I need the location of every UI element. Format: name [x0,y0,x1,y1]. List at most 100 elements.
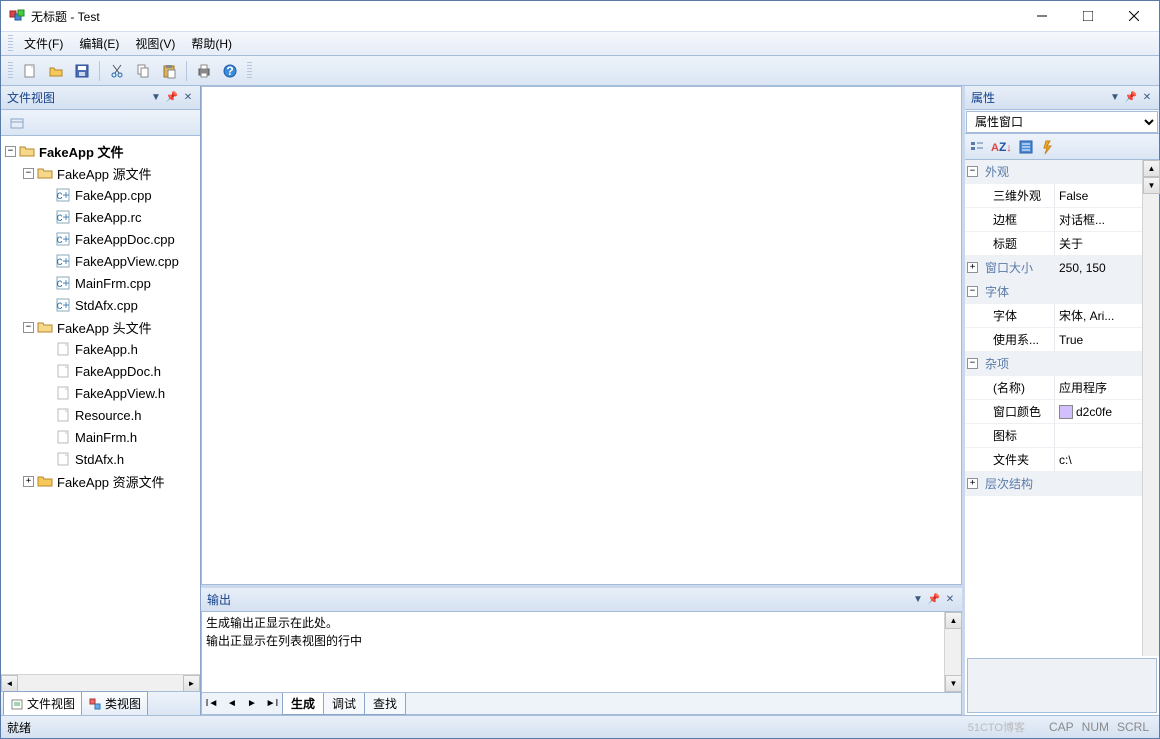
prop-expander-icon[interactable]: + [967,478,978,489]
prop-expander-icon[interactable]: − [967,358,978,369]
tree-expander-icon[interactable]: − [23,168,34,179]
document-area[interactable] [201,86,962,585]
tree-node[interactable]: c+FakeApp.cpp [1,184,200,206]
output-close-icon[interactable]: ✕ [942,592,958,608]
prop-row[interactable]: 三维外观False [965,184,1142,208]
menu-edit[interactable]: 编辑(E) [71,32,127,55]
properties-object-select[interactable]: 属性窗口 [966,111,1158,133]
prop-value[interactable]: 应用程序 [1055,376,1142,399]
menu-view[interactable]: 视图(V) [127,32,183,55]
maximize-button[interactable] [1065,1,1111,31]
tree-expander-icon[interactable]: − [23,322,34,333]
menu-file[interactable]: 文件(F) [16,32,71,55]
prop-row[interactable]: 边框对话框... [965,208,1142,232]
tree-node[interactable]: FakeAppView.h [1,382,200,404]
file-view-tool-icon[interactable] [5,111,29,135]
tree-node[interactable]: c+StdAfx.cpp [1,294,200,316]
prop-row[interactable]: 窗口颜色d2c0fe [965,400,1142,424]
scroll-down-icon[interactable]: ▼ [1143,177,1160,194]
prop-category[interactable]: +窗口大小250, 150 [965,256,1142,280]
tab-file-view[interactable]: 文件视图 [3,691,82,716]
menubar-grip[interactable] [8,35,13,53]
tree-expander-icon[interactable]: + [23,476,34,487]
output-nav-next-icon[interactable]: ► [243,695,261,713]
pane-pin-icon[interactable]: 📌 [164,90,180,106]
new-file-icon[interactable] [18,59,42,83]
prop-value[interactable]: False [1055,184,1142,207]
properties-dropdown-icon[interactable]: ▼ [1107,90,1123,106]
scroll-up-icon[interactable]: ▲ [1143,160,1160,177]
tree-node[interactable]: StdAfx.h [1,448,200,470]
prop-sort-az-icon[interactable]: AZ↓ [991,140,1012,154]
output-tab-find[interactable]: 查找 [364,693,406,715]
tree-node[interactable]: FakeAppDoc.h [1,360,200,382]
help-icon[interactable]: ? [218,59,242,83]
output-nav-prev-icon[interactable]: ◄ [223,695,241,713]
tree-expander-icon[interactable]: − [5,146,16,157]
tree-node[interactable]: MainFrm.h [1,426,200,448]
cut-icon[interactable] [105,59,129,83]
scroll-up-icon[interactable]: ▲ [945,612,962,629]
prop-value[interactable]: True [1055,328,1142,351]
prop-category[interactable]: +层次结构 [965,472,1142,496]
tree-node[interactable]: −FakeApp 源文件 [1,162,200,184]
prop-value[interactable]: 宋体, Ari... [1055,304,1142,327]
prop-pages-icon[interactable] [1018,139,1034,155]
output-pin-icon[interactable]: 📌 [926,592,942,608]
prop-expander-icon[interactable]: + [967,262,978,273]
output-nav-last-icon[interactable]: ►I [263,695,281,713]
toolbar-grip-end[interactable] [247,62,252,80]
prop-category[interactable]: −字体 [965,280,1142,304]
scroll-left-icon[interactable]: ◄ [1,675,18,692]
output-dropdown-icon[interactable]: ▼ [910,592,926,608]
save-icon[interactable] [70,59,94,83]
tree-node[interactable]: c+FakeApp.rc [1,206,200,228]
tree-node[interactable]: −FakeApp 头文件 [1,316,200,338]
output-text[interactable]: 生成输出正显示在此处。输出正显示在列表视图的行中 [202,612,944,692]
scroll-down-icon[interactable]: ▼ [945,675,962,692]
prop-category[interactable]: −外观 [965,160,1142,184]
output-tab-debug[interactable]: 调试 [323,693,365,715]
output-v-scrollbar[interactable]: ▲ ▼ [944,612,961,692]
prop-categorized-icon[interactable] [969,139,985,155]
prop-expander-icon[interactable]: − [967,286,978,297]
pane-dropdown-icon[interactable]: ▼ [148,90,164,106]
prop-value[interactable]: c:\ [1055,448,1142,471]
prop-row[interactable]: 图标 [965,424,1142,448]
open-folder-icon[interactable] [44,59,68,83]
paste-icon[interactable] [157,59,181,83]
properties-pin-icon[interactable]: 📌 [1123,90,1139,106]
tree-h-scrollbar[interactable]: ◄ ► [1,674,200,691]
prop-value[interactable] [1055,424,1142,447]
prop-expander-icon[interactable]: − [967,166,978,177]
prop-value[interactable]: 关于 [1055,232,1142,255]
pane-close-icon[interactable]: ✕ [180,90,196,106]
prop-row[interactable]: (名称)应用程序 [965,376,1142,400]
prop-row[interactable]: 标题关于 [965,232,1142,256]
output-tab-build[interactable]: 生成 [282,693,324,715]
close-button[interactable] [1111,1,1157,31]
print-icon[interactable] [192,59,216,83]
tree-node[interactable]: +FakeApp 资源文件 [1,470,200,492]
tree-node[interactable]: c+FakeAppView.cpp [1,250,200,272]
property-grid[interactable]: −外观三维外观False边框对话框...标题关于+窗口大小250, 150−字体… [965,160,1142,656]
properties-close-icon[interactable]: ✕ [1139,90,1155,106]
tree-node[interactable]: FakeApp.h [1,338,200,360]
prop-row[interactable]: 使用系...True [965,328,1142,352]
prop-value[interactable]: d2c0fe [1055,400,1142,423]
properties-object-combo[interactable]: 属性窗口 [965,110,1159,134]
tab-class-view[interactable]: 类视图 [81,691,148,716]
tree-node[interactable]: −FakeApp 文件 [1,140,200,162]
scroll-right-icon[interactable]: ► [183,675,200,692]
toolbar-grip[interactable] [8,62,13,80]
file-tree[interactable]: −FakeApp 文件−FakeApp 源文件c+FakeApp.cppc+Fa… [1,136,200,674]
prop-category[interactable]: −杂项 [965,352,1142,376]
prop-row[interactable]: 字体宋体, Ari... [965,304,1142,328]
tree-node[interactable]: c+FakeAppDoc.cpp [1,228,200,250]
tree-node[interactable]: Resource.h [1,404,200,426]
copy-icon[interactable] [131,59,155,83]
menu-help[interactable]: 帮助(H) [183,32,240,55]
tree-node[interactable]: c+MainFrm.cpp [1,272,200,294]
properties-v-scrollbar[interactable]: ▲ ▼ [1142,160,1159,656]
prop-value[interactable]: 对话框... [1055,208,1142,231]
